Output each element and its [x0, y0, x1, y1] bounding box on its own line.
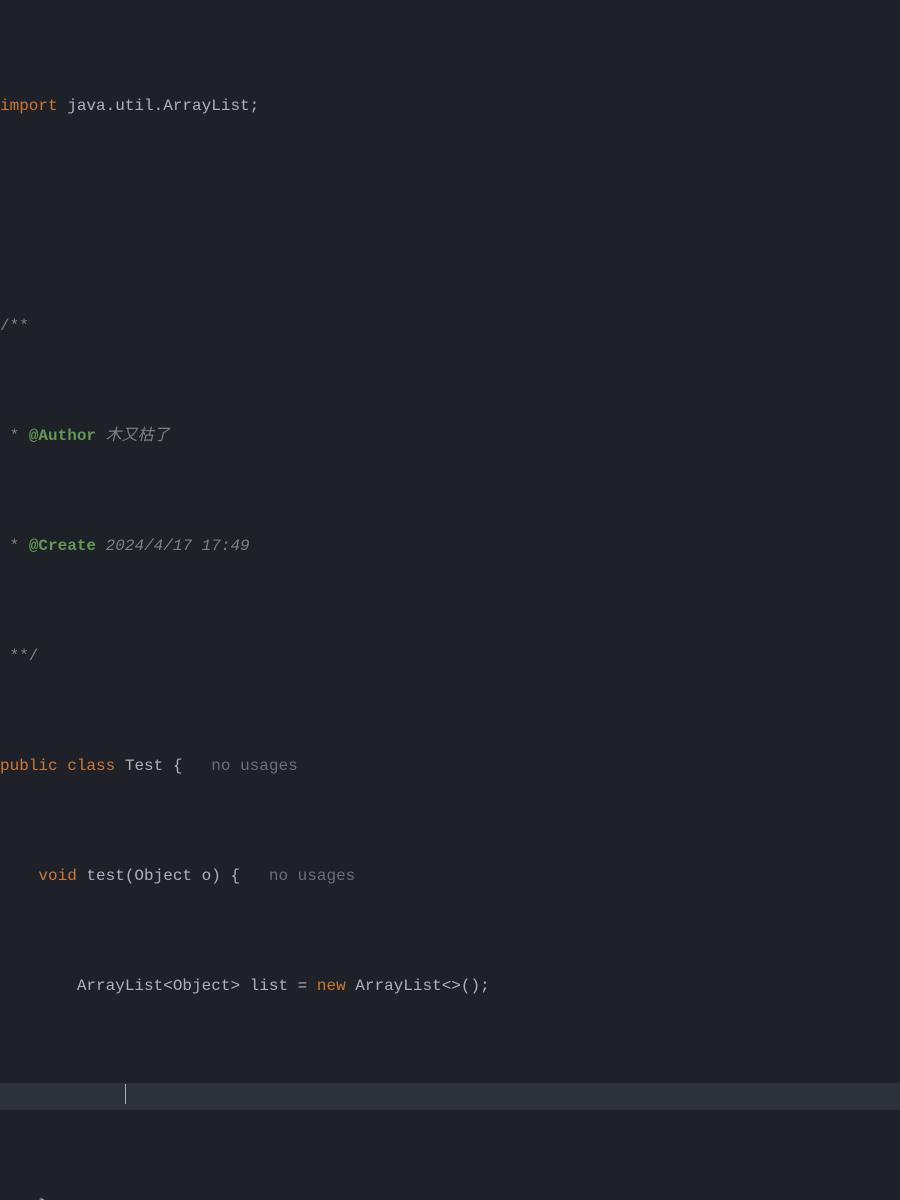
keyword-public: public: [0, 757, 58, 775]
space: [182, 757, 211, 775]
create-date: 2024/4/17 17:49: [96, 537, 250, 555]
code-line[interactable]: * @Author 木又枯了: [0, 423, 900, 451]
keyword-void: void: [38, 867, 76, 885]
comment-open: /**: [0, 317, 29, 335]
code-line[interactable]: ArrayList<Object> list = new ArrayList<>…: [0, 973, 900, 1001]
usages-hint[interactable]: no usages: [211, 757, 297, 775]
comment-prefix: *: [0, 427, 29, 445]
keyword-class: class: [67, 757, 115, 775]
code-line[interactable]: **/: [0, 643, 900, 671]
indent: [0, 867, 38, 885]
code-line[interactable]: import java.util.ArrayList;: [0, 93, 900, 121]
code-line[interactable]: * @Create 2024/4/17 17:49: [0, 533, 900, 561]
javadoc-tag-author: @Author: [29, 427, 96, 445]
constructor-call: ArrayList<>();: [346, 977, 490, 995]
indent: [0, 977, 77, 995]
code-line-empty[interactable]: [0, 203, 900, 231]
brace: {: [173, 757, 183, 775]
comment-close: **/: [0, 647, 38, 665]
space: [240, 867, 269, 885]
space: [58, 757, 68, 775]
class-name: Test: [115, 757, 173, 775]
text-cursor: [125, 1084, 126, 1104]
code-editor[interactable]: import java.util.ArrayList; /** * @Autho…: [0, 0, 900, 1200]
declaration: ArrayList<Object> list =: [77, 977, 317, 995]
code-line[interactable]: public class Test { no usages: [0, 753, 900, 781]
code-line[interactable]: }: [0, 1193, 900, 1200]
indent: [0, 1087, 77, 1105]
space: [77, 1087, 125, 1105]
code-line[interactable]: void test(Object o) { no usages: [0, 863, 900, 891]
code-line-current[interactable]: [0, 1083, 900, 1111]
code-line[interactable]: /**: [0, 313, 900, 341]
author-name: 木又枯了: [96, 427, 170, 445]
comment-prefix: *: [0, 537, 29, 555]
keyword-import: import: [0, 97, 58, 115]
usages-hint[interactable]: no usages: [269, 867, 355, 885]
closing-brace: }: [0, 1197, 48, 1200]
keyword-new: new: [317, 977, 346, 995]
import-path: java.util.ArrayList;: [58, 97, 260, 115]
method-signature: test(Object o) {: [77, 867, 240, 885]
javadoc-tag-create: @Create: [29, 537, 96, 555]
